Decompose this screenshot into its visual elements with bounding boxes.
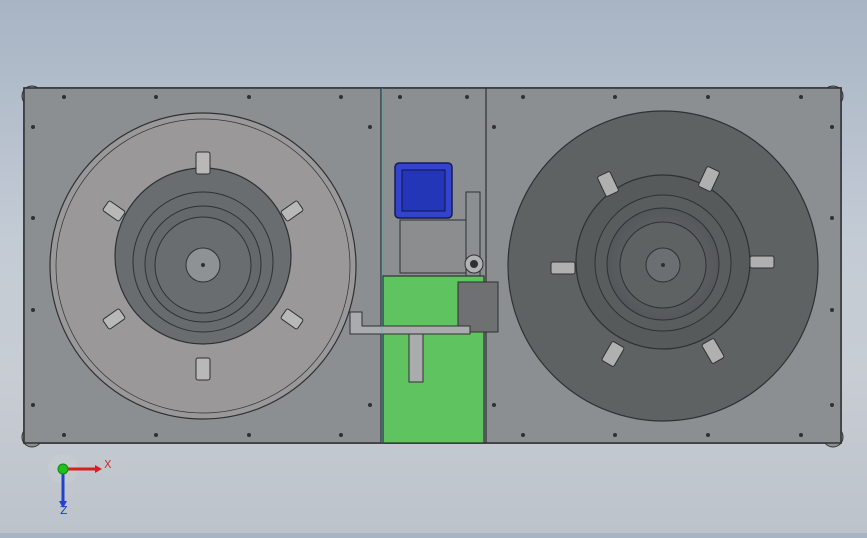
x-axis-arrowhead — [95, 465, 102, 473]
x-axis-label: X — [104, 458, 112, 471]
cad-model-drawing — [21, 85, 844, 448]
z-axis-label: Z — [60, 504, 68, 515]
orientation-triad: X Z — [48, 455, 112, 515]
y-axis-dot — [57, 463, 69, 475]
cad-viewport[interactable] — [0, 0, 867, 533]
